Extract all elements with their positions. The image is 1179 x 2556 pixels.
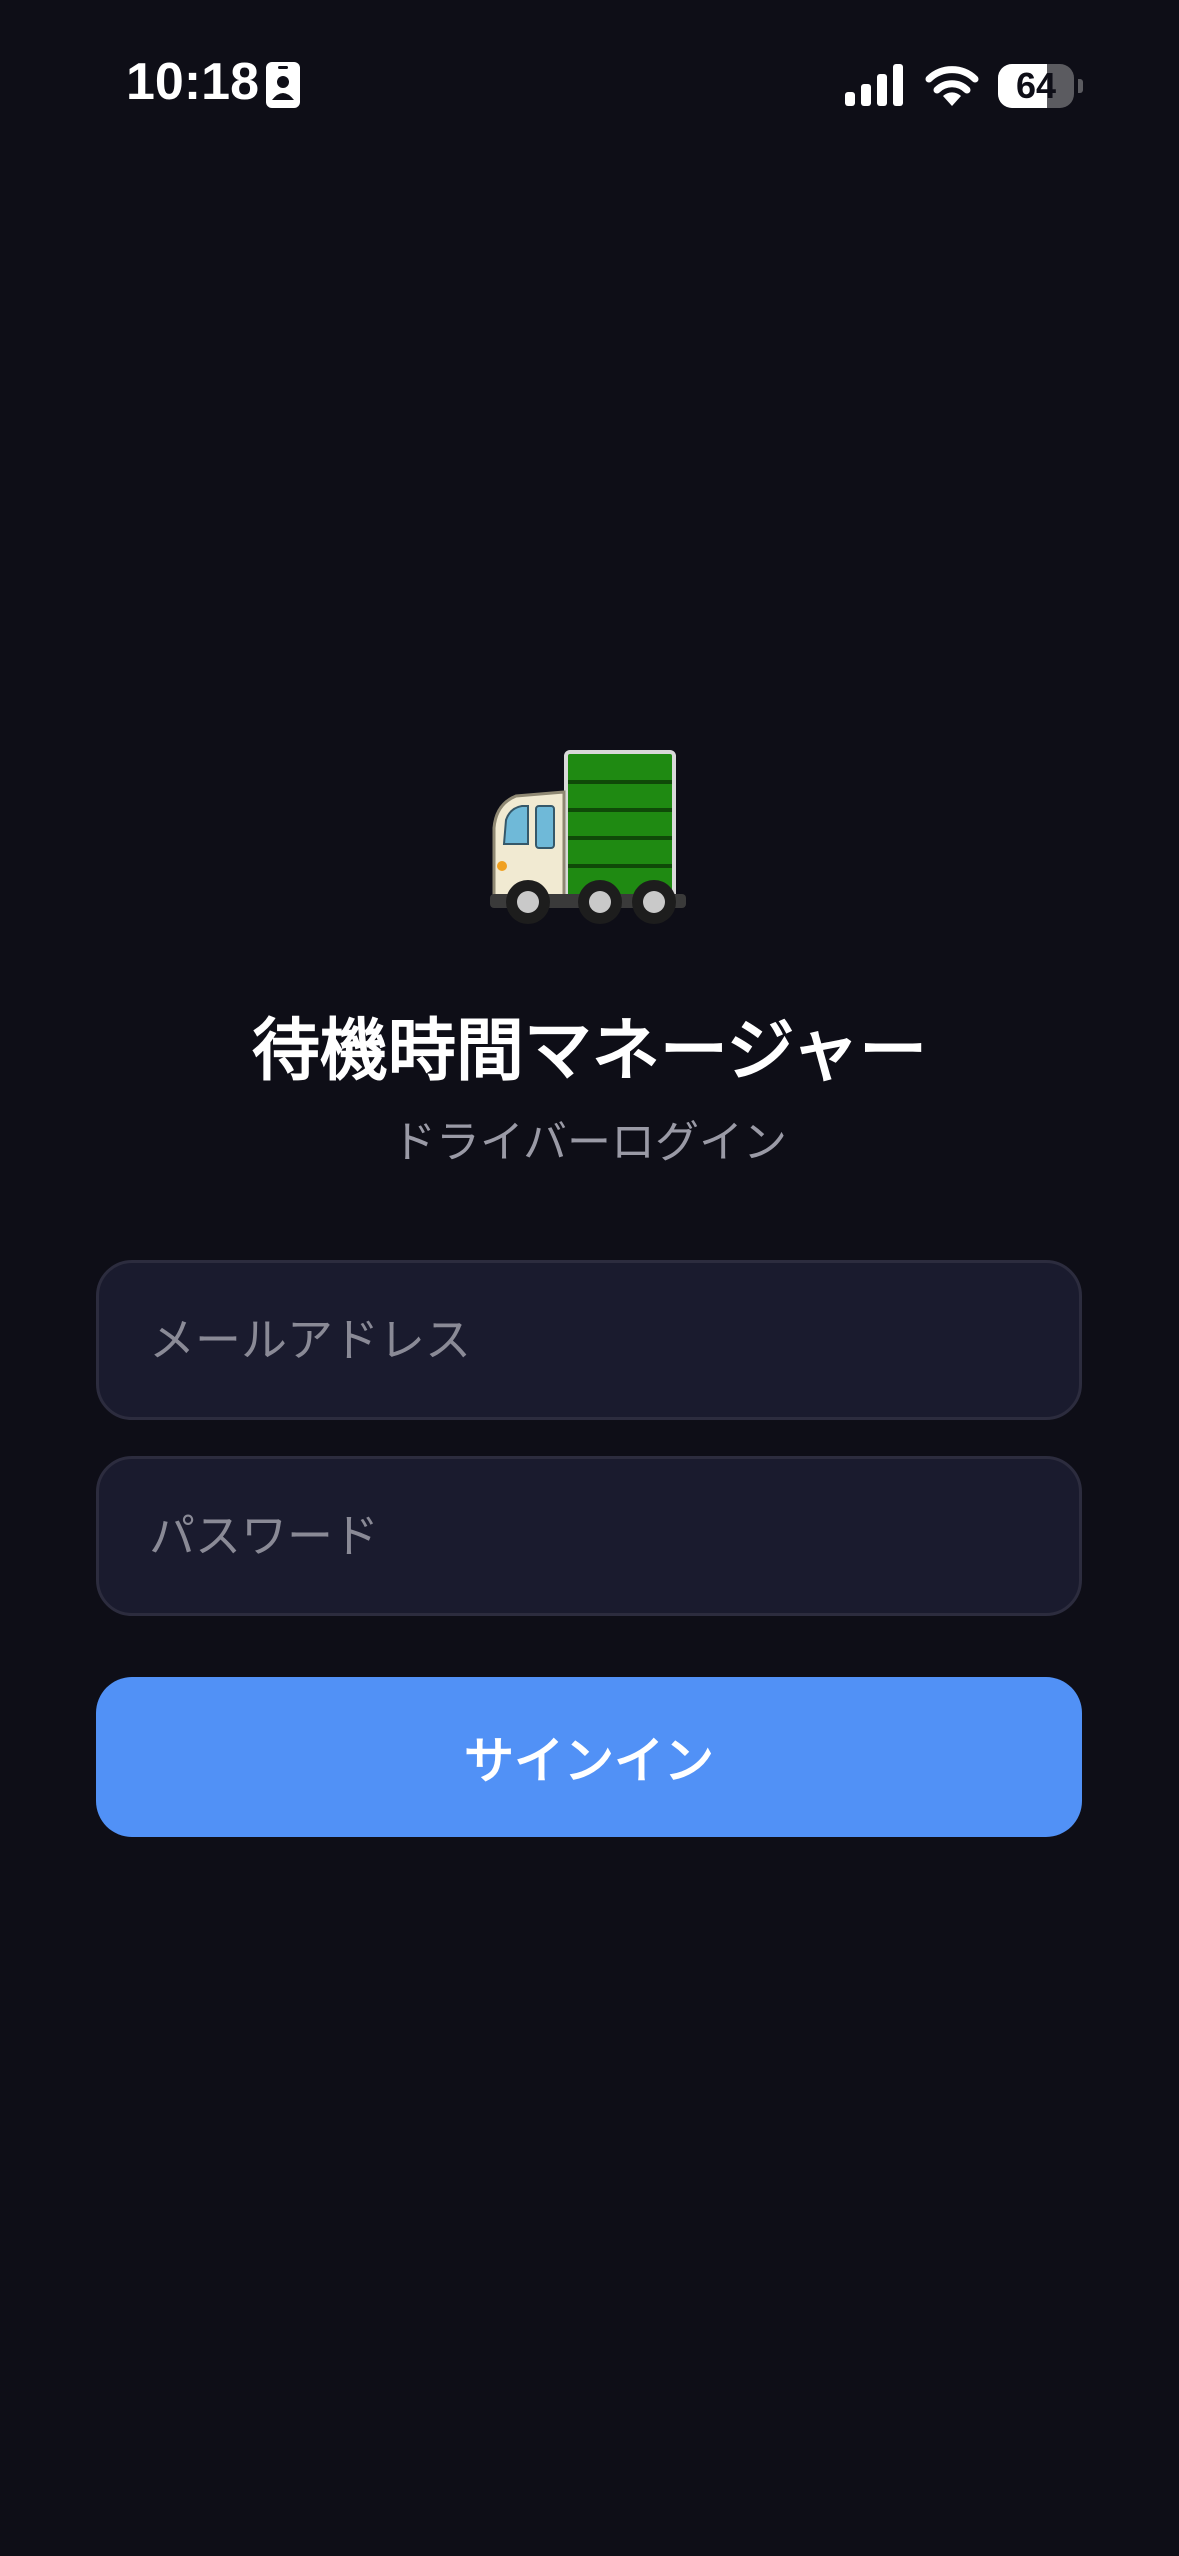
signal-icon [845, 64, 903, 106]
status-bar: 10:18 64 [0, 0, 1179, 170]
email-field-container [96, 1260, 1082, 1420]
app-title: 待機時間マネージャー [251, 1012, 928, 1091]
status-time: 10:18 [126, 53, 259, 111]
signin-button[interactable]: サインイン [96, 1677, 1082, 1837]
app-subtitle: ドライバーログイン [391, 1117, 788, 1168]
email-field[interactable] [99, 1263, 1079, 1417]
truck-icon [490, 750, 686, 924]
wifi-icon [925, 66, 979, 106]
password-field[interactable] [99, 1459, 1079, 1613]
password-field-container [96, 1456, 1082, 1616]
battery-level: 64 [1015, 65, 1057, 106]
battery-icon: 64 [998, 64, 1083, 108]
id-badge-icon [266, 62, 300, 108]
